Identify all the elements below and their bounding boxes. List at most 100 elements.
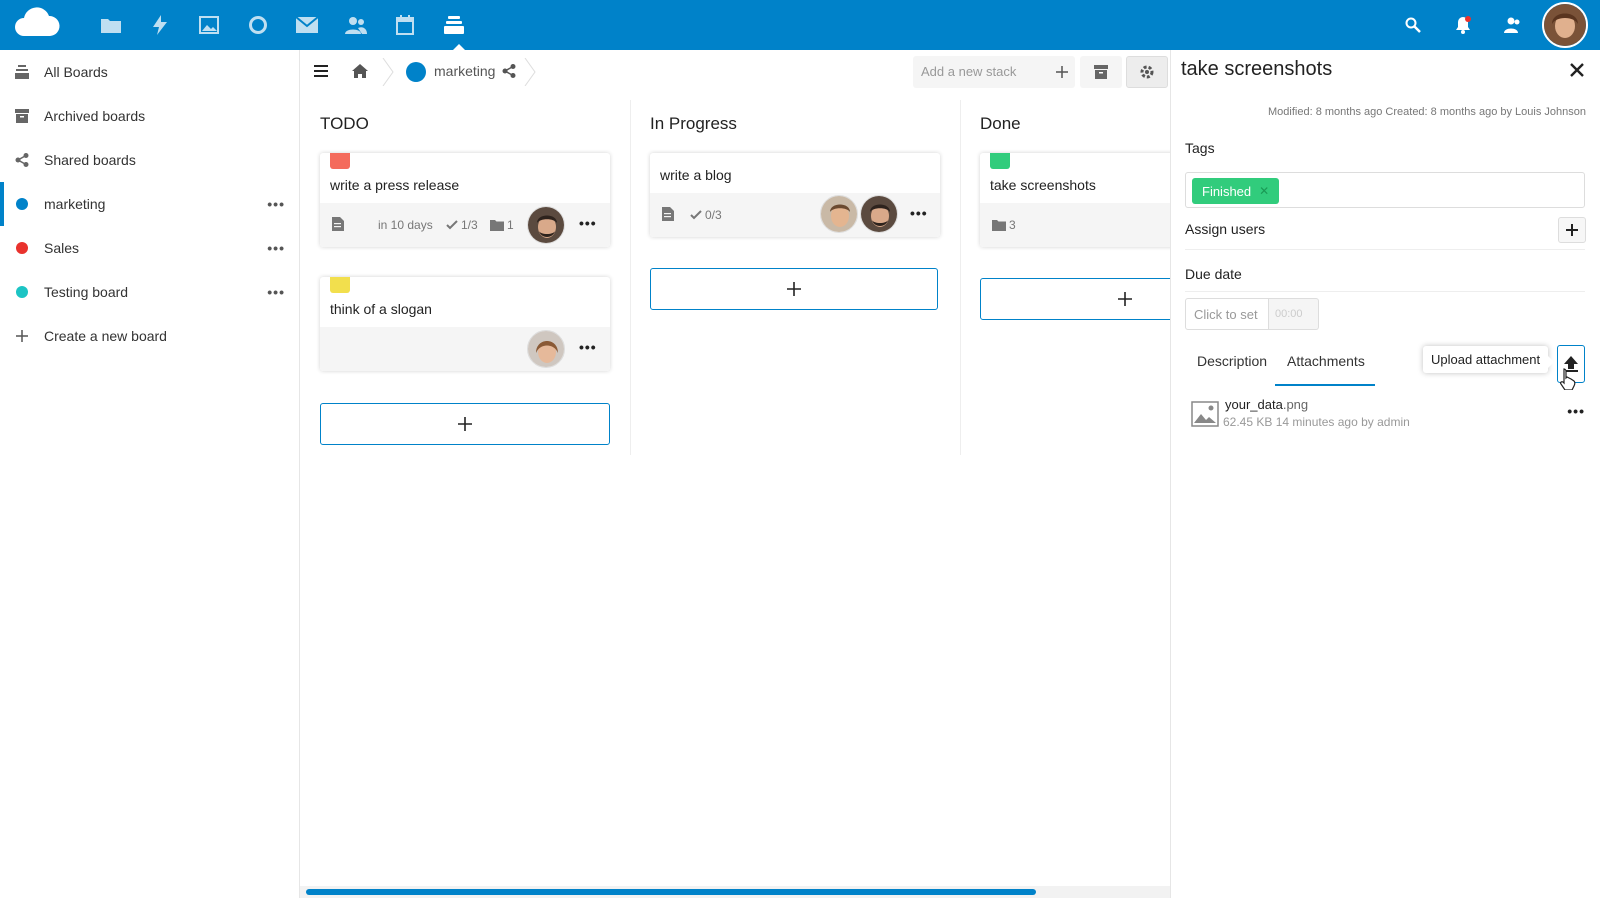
menu-toggle-icon[interactable] xyxy=(314,64,328,81)
stack-divider xyxy=(960,100,961,455)
sidebar-item-sales[interactable]: Sales ••• xyxy=(0,226,299,270)
activity-icon[interactable] xyxy=(148,13,172,37)
due-date-input[interactable]: Click to set xyxy=(1185,298,1269,330)
sidebar-item-all-boards[interactable]: All Boards xyxy=(0,50,299,94)
contacts-icon[interactable] xyxy=(344,13,368,37)
header-bar xyxy=(0,0,1600,50)
stack-title[interactable]: In Progress xyxy=(650,114,737,134)
checklist-count: 1/3 xyxy=(461,218,478,232)
board-color-dot xyxy=(14,240,30,256)
contacts-menu-icon[interactable] xyxy=(1501,13,1525,37)
stack-title[interactable]: Done xyxy=(980,114,1021,134)
sidebar-item-label: marketing xyxy=(44,196,106,212)
card[interactable]: think of a slogan ••• xyxy=(320,277,610,371)
archive-icon xyxy=(14,108,30,124)
deck-icon[interactable] xyxy=(442,13,466,37)
attachment-count: 3 xyxy=(1009,218,1016,232)
card-footer: ••• xyxy=(320,327,610,371)
checklist-badge: 1/3 xyxy=(446,218,478,232)
share-icon xyxy=(14,152,30,168)
card[interactable]: write a blog 0/3 ••• xyxy=(650,153,940,237)
tab-attachments[interactable]: Attachments xyxy=(1287,353,1365,369)
board-settings-button[interactable] xyxy=(1126,56,1168,88)
board-menu-button[interactable]: ••• xyxy=(267,284,285,300)
breadcrumb-separator xyxy=(524,57,536,89)
calendar-icon[interactable] xyxy=(393,13,417,37)
nextcloud-logo[interactable] xyxy=(12,6,62,45)
stack-title[interactable]: TODO xyxy=(320,114,369,134)
board-color-dot xyxy=(14,284,30,300)
stack-done: Done take screenshots 3 xyxy=(970,94,1170,454)
attachment-extension: .png xyxy=(1282,397,1309,412)
card-title: think of a slogan xyxy=(330,301,432,317)
attachment-name: your_data.png xyxy=(1225,397,1308,412)
tab-description[interactable]: Description xyxy=(1197,353,1267,369)
checklist-badge: 0/3 xyxy=(690,208,722,222)
sidebar-item-shared-boards[interactable]: Shared boards xyxy=(0,138,299,182)
search-icon[interactable] xyxy=(1401,13,1425,37)
horizontal-scrollbar[interactable] xyxy=(300,886,1170,898)
folder-icon xyxy=(992,219,1006,231)
tag-label: Finished xyxy=(1202,183,1252,199)
sidebar-item-label: Shared boards xyxy=(44,152,136,168)
attachment-row[interactable]: your_data.png 62.45 KB 14 minutes ago by… xyxy=(1185,395,1585,435)
sidebar-item-label: Sales xyxy=(44,240,80,256)
card-menu-button[interactable]: ••• xyxy=(910,205,928,221)
attachment-meta: 62.45 KB 14 minutes ago by admin xyxy=(1223,415,1410,429)
notifications-icon[interactable] xyxy=(1451,13,1475,37)
due-time-input[interactable]: 00:00 xyxy=(1269,298,1319,330)
archive-toggle-button[interactable] xyxy=(1080,56,1122,88)
sidebar-item-marketing[interactable]: marketing ••• xyxy=(0,182,299,226)
user-avatar[interactable] xyxy=(1542,2,1588,48)
close-icon[interactable] xyxy=(1570,60,1584,83)
add-card-button[interactable] xyxy=(980,278,1170,320)
talk-icon[interactable] xyxy=(246,13,270,37)
files-icon[interactable] xyxy=(99,13,123,37)
attachment-menu-button[interactable]: ••• xyxy=(1567,403,1585,419)
card-label xyxy=(330,153,350,169)
tags-select[interactable]: Finished ✕ xyxy=(1185,172,1585,208)
card-menu-button[interactable]: ••• xyxy=(579,215,597,231)
assignee-avatar[interactable] xyxy=(860,195,898,233)
sidebar-item-label: Testing board xyxy=(44,284,129,300)
description-icon xyxy=(662,207,674,221)
board-menu-button[interactable]: ••• xyxy=(267,196,285,212)
card[interactable]: take screenshots 3 xyxy=(980,153,1170,247)
check-icon xyxy=(446,220,458,230)
breadcrumb-board-name[interactable]: marketing xyxy=(434,63,495,79)
assign-users-label: Assign users xyxy=(1185,221,1266,237)
home-icon[interactable] xyxy=(352,63,368,82)
scrollbar-thumb[interactable] xyxy=(306,889,1036,895)
assignee-avatar[interactable] xyxy=(527,206,565,244)
card[interactable]: write a press release in 10 days 1/3 1 •… xyxy=(320,153,610,247)
assignee-avatar[interactable] xyxy=(527,330,565,368)
card-menu-button[interactable]: ••• xyxy=(579,339,597,355)
card-title: write a blog xyxy=(660,167,732,183)
sidebar-item-testing-board[interactable]: Testing board ••• xyxy=(0,270,299,314)
mail-icon[interactable] xyxy=(295,13,319,37)
attachment-badge: 3 xyxy=(992,218,1016,232)
check-icon xyxy=(690,210,702,220)
board-controls: marketing Add a new stack xyxy=(300,50,1170,94)
board-menu-button[interactable]: ••• xyxy=(267,240,285,256)
card-footer: 0/3 ••• xyxy=(650,193,940,237)
card-title: write a press release xyxy=(330,177,460,193)
add-stack-button[interactable] xyxy=(1047,56,1077,88)
checklist-count: 0/3 xyxy=(705,208,722,222)
add-card-button[interactable] xyxy=(650,268,938,310)
card-title-heading[interactable]: take screenshots xyxy=(1181,58,1332,81)
card-title: take screenshots xyxy=(990,177,1096,193)
photos-icon[interactable] xyxy=(197,13,221,37)
card-footer: 3 xyxy=(980,203,1170,247)
assignee-avatar[interactable] xyxy=(820,195,858,233)
add-card-button[interactable] xyxy=(320,403,610,445)
sidebar-item-create-board[interactable]: Create a new board xyxy=(0,314,299,358)
divider xyxy=(1185,249,1585,250)
breadcrumb-separator xyxy=(382,57,394,89)
sidebar-item-archived-boards[interactable]: Archived boards xyxy=(0,94,299,138)
share-icon[interactable] xyxy=(502,64,516,81)
description-icon xyxy=(332,217,344,231)
assign-user-button[interactable] xyxy=(1558,217,1586,243)
card-label xyxy=(990,153,1010,169)
remove-tag-icon[interactable]: ✕ xyxy=(1259,184,1269,198)
